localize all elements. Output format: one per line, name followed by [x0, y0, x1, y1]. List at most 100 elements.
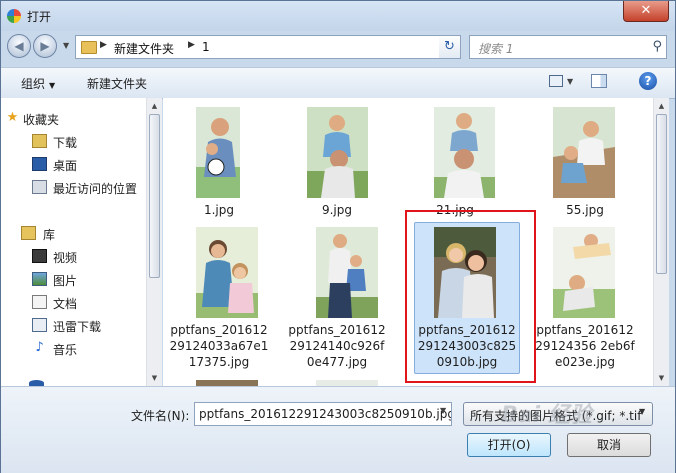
file-tile-2[interactable]: 9.jpg — [286, 98, 388, 223]
close-button[interactable]: ✕ — [623, 1, 669, 22]
photo-thumbnail — [553, 227, 615, 318]
desktop-icon — [32, 157, 47, 171]
sidebar-item-videos[interactable]: 视频 — [1, 245, 146, 267]
file-name-line: pptfans_201612 — [288, 323, 386, 337]
sidebar-item-pictures[interactable]: 图片 — [1, 268, 146, 290]
organize-label: 组织 — [21, 77, 46, 91]
sidebar-item-music[interactable]: ♪ 音乐 — [1, 337, 146, 359]
sidebar-item-xunlei-downloads[interactable]: 迅雷下载 — [1, 314, 146, 336]
navigation-pane-scrollbar[interactable]: ▲ ▼ — [146, 98, 162, 386]
file-name-line: 29124033a67e1 — [169, 339, 269, 353]
scrollbar-thumb[interactable] — [656, 114, 667, 274]
file-tile-5[interactable]: pptfans_201612 29124033a67e1 17375.jpg — [168, 226, 270, 374]
xunlei-library-icon — [32, 318, 47, 332]
file-name: 1.jpg — [203, 203, 235, 217]
filename-input[interactable]: pptfans_201612291243003c8250910b.jpg — [194, 402, 452, 426]
sidebar-item-label: 音乐 — [53, 343, 78, 357]
sidebar-item-label: 下载 — [53, 136, 78, 150]
photo-thumbnail — [307, 107, 368, 198]
sidebar-item-favorites[interactable]: ★ 收藏夹 — [1, 107, 146, 129]
music-library-icon: ♪ — [35, 340, 44, 355]
breadcrumb-separator-icon[interactable]: ▶ — [188, 40, 195, 50]
photo-thumbnail — [196, 227, 258, 318]
file-tile-8[interactable]: pptfans_201612 29124356 2eb6f e023e.jpg — [534, 226, 636, 374]
sidebar-item-libraries[interactable]: 库 — [1, 222, 146, 244]
sidebar-item-desktop[interactable]: 桌面 — [1, 153, 146, 175]
title-bar[interactable]: 打开 ✕ — [1, 1, 675, 31]
help-icon[interactable]: ? — [639, 72, 657, 90]
sidebar-item-label: 迅雷下载 — [53, 320, 102, 334]
sidebar-item-documents[interactable]: 文档 — [1, 291, 146, 313]
open-file-dialog: 打开 ✕ ◀ ▶ ▼ ▶ 新建文件夹 ▶ 1 ▼ ↻ 搜索 1 ⚲ 组织▼ 新建… — [0, 0, 676, 473]
sidebar-item-label: 最近访问的位置 — [53, 182, 138, 196]
sidebar-item-label: 文档 — [53, 297, 78, 311]
organize-menu[interactable]: 组织 ▼ — [21, 75, 55, 92]
forward-button[interactable]: ▶ — [33, 34, 57, 58]
file-tile-4[interactable]: 55.jpg — [534, 98, 636, 223]
recent-places-icon — [32, 180, 47, 194]
file-name-line: e023e.jpg — [554, 355, 616, 369]
sidebar-item-label: 库 — [43, 228, 56, 242]
caret-down-icon: ▼ — [49, 81, 56, 90]
file-name: 9.jpg — [321, 203, 353, 217]
scroll-up-icon[interactable]: ▲ — [654, 98, 669, 114]
highlight-annotation-box — [405, 210, 536, 383]
preview-pane-icon[interactable] — [591, 74, 607, 88]
file-list-scrollbar[interactable]: ▲ ▼ — [653, 98, 669, 386]
scroll-up-icon[interactable]: ▲ — [147, 98, 162, 114]
cancel-button[interactable]: 取消 — [567, 433, 651, 457]
file-tile-6[interactable]: pptfans_201612 29124140c926f 0e477.jpg — [286, 226, 388, 374]
video-library-icon — [32, 249, 47, 263]
navigation-bar: ◀ ▶ ▼ ▶ 新建文件夹 ▶ 1 ▼ ↻ 搜索 1 ⚲ — [1, 31, 675, 63]
recent-pages-dropdown-icon[interactable]: ▼ — [63, 41, 69, 50]
library-folder-icon — [21, 226, 36, 240]
breadcrumb-1[interactable]: 1 — [202, 40, 210, 54]
sidebar-item-label: 图片 — [53, 274, 78, 288]
navigation-pane: ★ 收藏夹 下载 桌面 最近访问的位置 库 视频 图片 文档 迅雷下载 ♪ 音乐 — [1, 98, 146, 386]
file-tile-1[interactable]: 1.jpg — [168, 98, 270, 223]
file-name: pptfans_201612 29124140c926f 0e477.jpg — [286, 322, 388, 370]
breadcrumb-new-folder[interactable]: 新建文件夹 — [114, 40, 174, 57]
address-bar[interactable]: ▶ 新建文件夹 ▶ 1 ▼ — [75, 35, 461, 59]
search-icon[interactable]: ⚲ — [652, 39, 662, 54]
scrollbar-thumb[interactable] — [149, 114, 160, 278]
sidebar-item-label: 收藏夹 — [23, 113, 60, 127]
file-name-line: 29124140c926f — [289, 339, 385, 353]
star-icon: ★ — [6, 110, 19, 125]
document-library-icon — [32, 295, 47, 309]
baidu-watermark: Bai 经验 — [501, 403, 592, 428]
command-toolbar: 组织 ▼ 新建文件夹 ▼ ? — [1, 67, 675, 99]
folder-icon — [81, 41, 97, 54]
photo-thumbnail — [196, 107, 240, 198]
photo-thumbnail — [434, 107, 495, 198]
scroll-down-icon[interactable]: ▼ — [654, 370, 669, 386]
file-name-line: pptfans_201612 — [536, 323, 634, 337]
picture-library-icon — [32, 272, 47, 286]
sidebar-item-downloads[interactable]: 下载 — [1, 130, 146, 152]
file-tile-3[interactable]: 21.jpg — [404, 98, 506, 223]
file-name: pptfans_201612 29124356 2eb6f e023e.jpg — [534, 322, 636, 370]
file-type-dropdown-icon[interactable]: ▼ — [639, 407, 645, 416]
open-button[interactable]: 打开(O) — [467, 433, 551, 457]
breadcrumb-separator-icon[interactable]: ▶ — [100, 40, 107, 50]
refresh-button[interactable]: ↻ — [439, 35, 461, 59]
change-view-icon[interactable] — [549, 75, 563, 87]
sidebar-item-label: 桌面 — [53, 159, 78, 173]
file-name-line: pptfans_201612 — [170, 323, 268, 337]
back-button[interactable]: ◀ — [7, 34, 31, 58]
filename-dropdown-icon[interactable]: ▼ — [440, 406, 446, 415]
search-box[interactable]: 搜索 1 ⚲ — [469, 35, 667, 59]
download-folder-icon — [32, 134, 47, 148]
photo-thumbnail — [553, 107, 615, 198]
window-title: 打开 — [27, 10, 52, 24]
new-folder-button[interactable]: 新建文件夹 — [87, 75, 147, 92]
file-name: 55.jpg — [566, 203, 604, 217]
sidebar-item-recent-places[interactable]: 最近访问的位置 — [1, 176, 146, 198]
sidebar-item-partial[interactable] — [1, 378, 146, 386]
filename-label: 文件名(N): — [131, 409, 190, 423]
scroll-down-icon[interactable]: ▼ — [147, 370, 162, 386]
view-dropdown-icon[interactable]: ▼ — [567, 77, 573, 86]
file-name: pptfans_201612 29124033a67e1 17375.jpg — [168, 322, 270, 370]
sidebar-item-label: 视频 — [53, 251, 78, 265]
photo-thumbnail — [316, 227, 378, 318]
